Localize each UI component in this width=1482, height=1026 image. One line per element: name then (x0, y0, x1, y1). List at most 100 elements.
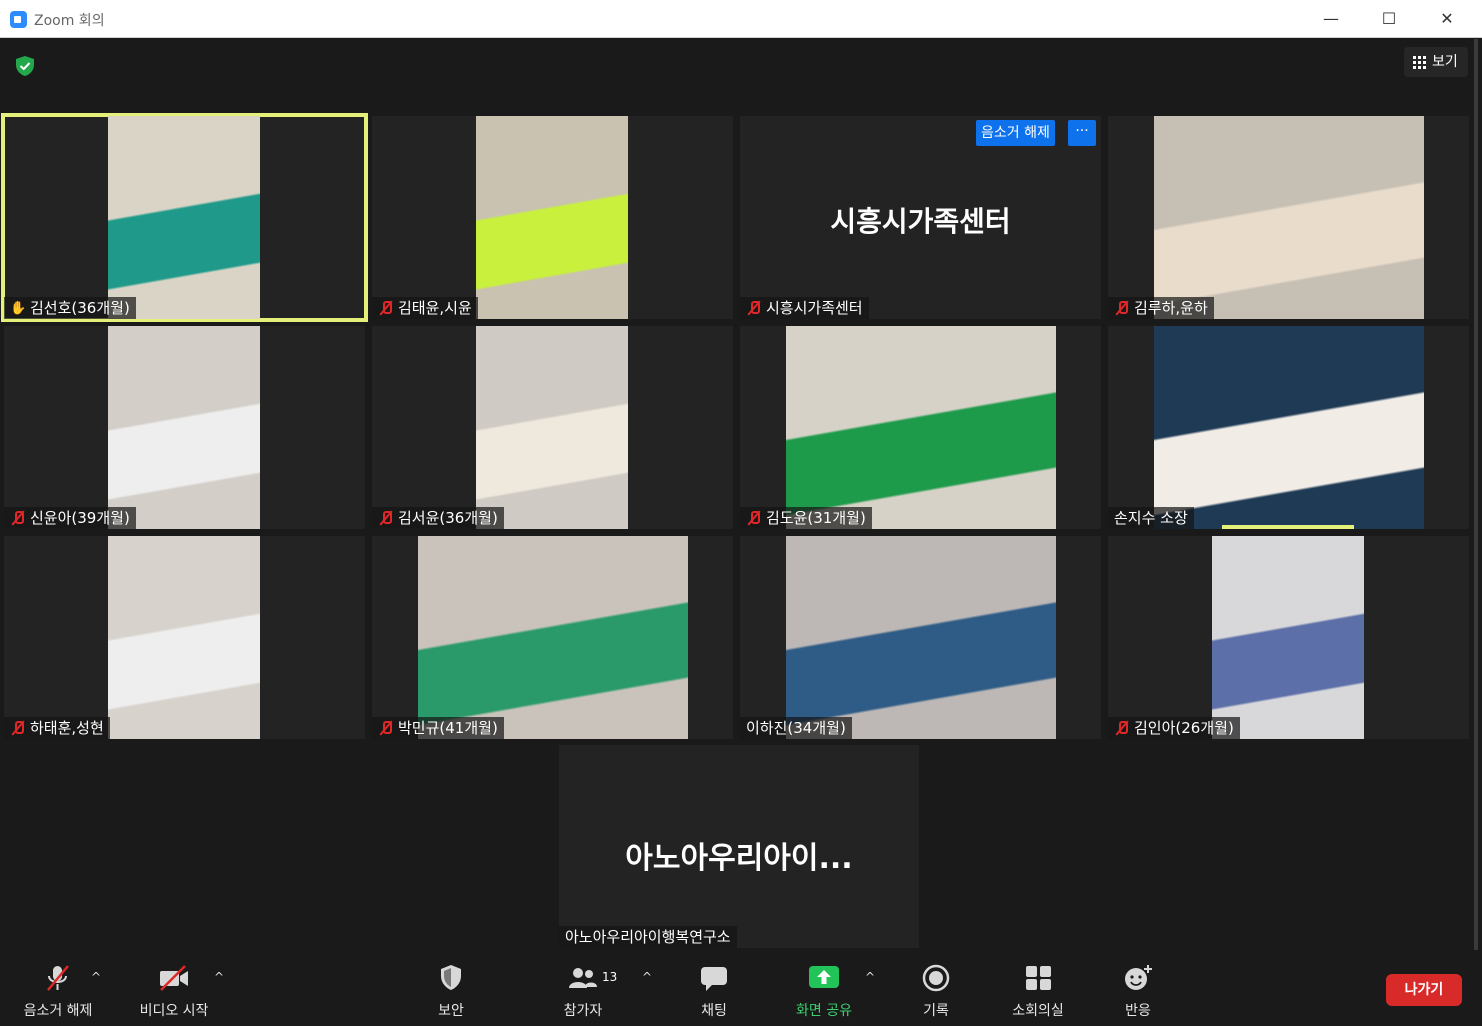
mic-muted-icon (378, 720, 394, 736)
breakout-rooms-button[interactable]: 소회의실 (1000, 950, 1076, 1026)
security-label: 보안 (438, 1003, 464, 1019)
start-video-label: 비디오 시작 (139, 1003, 209, 1019)
encryption-shield-icon[interactable] (14, 55, 36, 77)
participant-name-tag: 김인아(26개월) (1108, 717, 1240, 739)
participant-video-feed (786, 326, 1056, 529)
meeting-toolbar: 음소거 해제 ^ 비디오 시작 ^ 보안 13 참가자 ^ 채팅 화면 공유 ^… (0, 950, 1478, 1026)
record-button[interactable]: 기록 (902, 950, 970, 1026)
participant-name-tag: 손지수 소장 (1108, 507, 1194, 529)
participant-name-tag: 김선호(36개월) (4, 297, 136, 319)
mic-muted-icon (746, 510, 762, 526)
window-title: Zoom 회의 (34, 13, 105, 29)
chat-button[interactable]: 채팅 (680, 950, 748, 1026)
participant-video-feed (1154, 326, 1424, 529)
more-options-button[interactable]: ··· (1068, 120, 1096, 146)
video-tile[interactable]: 김루하,윤하 (1108, 116, 1469, 319)
participant-video-feed (108, 326, 260, 529)
video-tile[interactable]: 김도윤(31개월) (740, 326, 1101, 529)
video-tile[interactable]: 신윤아(39개월) (4, 326, 365, 529)
video-tile[interactable]: 김서윤(36개월) (372, 326, 733, 529)
mic-muted-icon (10, 510, 26, 526)
mic-muted-icon (1114, 300, 1130, 316)
video-tile[interactable]: 김태윤,시윤 (372, 116, 733, 319)
participant-video-feed (1212, 536, 1364, 739)
unmute-button[interactable]: 음소거 해제 (12, 950, 104, 1026)
video-tile[interactable]: 김선호(36개월) (1, 113, 368, 322)
chat-bubble-icon (701, 967, 727, 991)
breakout-rooms-label: 소회의실 (1012, 1003, 1064, 1019)
participant-name: 김서윤(36개월) (398, 509, 498, 527)
ask-to-unmute-button[interactable]: 음소거 해제 (976, 120, 1055, 146)
participant-video-feed (476, 326, 628, 529)
participant-name: 시흥시가족센터 (766, 299, 863, 317)
participant-name: 김태윤,시윤 (398, 299, 472, 317)
reactions-button[interactable]: 반응 (1104, 950, 1172, 1026)
video-tile-bottom[interactable]: 아노아우리아이... 아노아우리아이행복연구소 (559, 745, 919, 948)
mic-muted-icon (378, 300, 394, 316)
mic-muted-icon (10, 720, 26, 736)
video-options-caret[interactable]: ^ (214, 970, 224, 984)
participant-name-tag: 시흥시가족센터 (740, 297, 869, 319)
mic-muted-icon (746, 300, 762, 316)
participant-name-tag: 이하진(34개월) (740, 717, 852, 739)
maximize-button[interactable]: ☐ (1360, 0, 1418, 38)
active-speaker-indicator (1222, 525, 1354, 529)
video-tile[interactable]: 김인아(26개월) (1108, 536, 1469, 739)
video-tile[interactable]: 하태훈,성현 (4, 536, 365, 739)
share-screen-arrow-icon (809, 966, 839, 988)
video-tile[interactable]: 이하진(34개월) (740, 536, 1101, 739)
participant-name-tag: 김도윤(31개월) (740, 507, 872, 529)
reactions-smiley-icon (1125, 965, 1152, 990)
view-button-label: 보기 (1432, 54, 1458, 70)
participant-name-tag: 김루하,윤하 (1108, 297, 1214, 319)
unmute-label: 음소거 해제 (23, 1003, 93, 1019)
participants-button[interactable]: 13 참가자 (546, 950, 620, 1026)
security-button[interactable]: 보안 (416, 950, 486, 1026)
breakout-rooms-icon (1026, 966, 1051, 990)
video-tile[interactable]: 시흥시가족센터 음소거 해제 ··· 시흥시가족센터 (740, 116, 1101, 319)
participant-video-feed (108, 116, 260, 319)
participant-name: 손지수 소장 (1114, 509, 1188, 527)
raised-hand-icon (10, 298, 26, 319)
participant-video-feed (476, 116, 628, 319)
participant-big-name: 아노아우리아이... (625, 841, 853, 876)
participant-name-tag: 김태윤,시윤 (372, 297, 478, 319)
participant-video-feed (418, 536, 688, 739)
participants-icon (569, 968, 597, 988)
participant-name-tag: 박민규(41개월) (372, 717, 504, 739)
participant-video-feed (1154, 116, 1424, 319)
share-screen-label: 화면 공유 (796, 1003, 852, 1019)
participant-video-feed (108, 536, 260, 739)
audio-options-caret[interactable]: ^ (91, 970, 101, 984)
participant-name: 하태훈,성현 (30, 719, 104, 737)
start-video-button[interactable]: 비디오 시작 (128, 950, 220, 1026)
video-tile[interactable]: 손지수 소장 (1108, 326, 1469, 529)
grid-icon (1413, 56, 1426, 69)
video-tile[interactable]: 박민규(41개월) (372, 536, 733, 739)
view-button[interactable]: 보기 (1404, 47, 1468, 77)
microphone-muted-icon (47, 965, 69, 991)
record-label: 기록 (923, 1003, 949, 1019)
participant-name: 아노아우리아이행복연구소 (565, 928, 731, 946)
participants-options-caret[interactable]: ^ (642, 970, 652, 984)
share-options-caret[interactable]: ^ (865, 970, 875, 984)
close-button[interactable]: ✕ (1418, 0, 1476, 38)
participant-name: 김도윤(31개월) (766, 509, 866, 527)
security-shield-icon (441, 965, 461, 990)
participants-label: 참가자 (563, 1003, 603, 1019)
chat-label: 채팅 (701, 1003, 727, 1019)
participant-name-tag: 신윤아(39개월) (4, 507, 136, 529)
meeting-stage: 보기 김선호(36개월)김태윤,시윤시흥시가족센터음소거 해제···시흥시가족센… (0, 39, 1478, 1026)
participant-video-feed (786, 536, 1056, 739)
participant-name: 김선호(36개월) (30, 299, 130, 317)
participant-name-tag: 김서윤(36개월) (372, 507, 504, 529)
leave-meeting-button[interactable]: 나가기 (1386, 974, 1462, 1006)
mic-muted-icon (378, 510, 394, 526)
minimize-button[interactable]: — (1302, 0, 1360, 38)
participants-count: 13 (602, 970, 618, 984)
mic-muted-icon (1114, 720, 1130, 736)
window-titlebar: Zoom 회의 — ☐ ✕ (0, 0, 1482, 38)
participant-name: 김인아(26개월) (1134, 719, 1234, 737)
share-screen-button[interactable]: 화면 공유 (786, 950, 862, 1026)
video-camera-off-icon (160, 965, 188, 991)
